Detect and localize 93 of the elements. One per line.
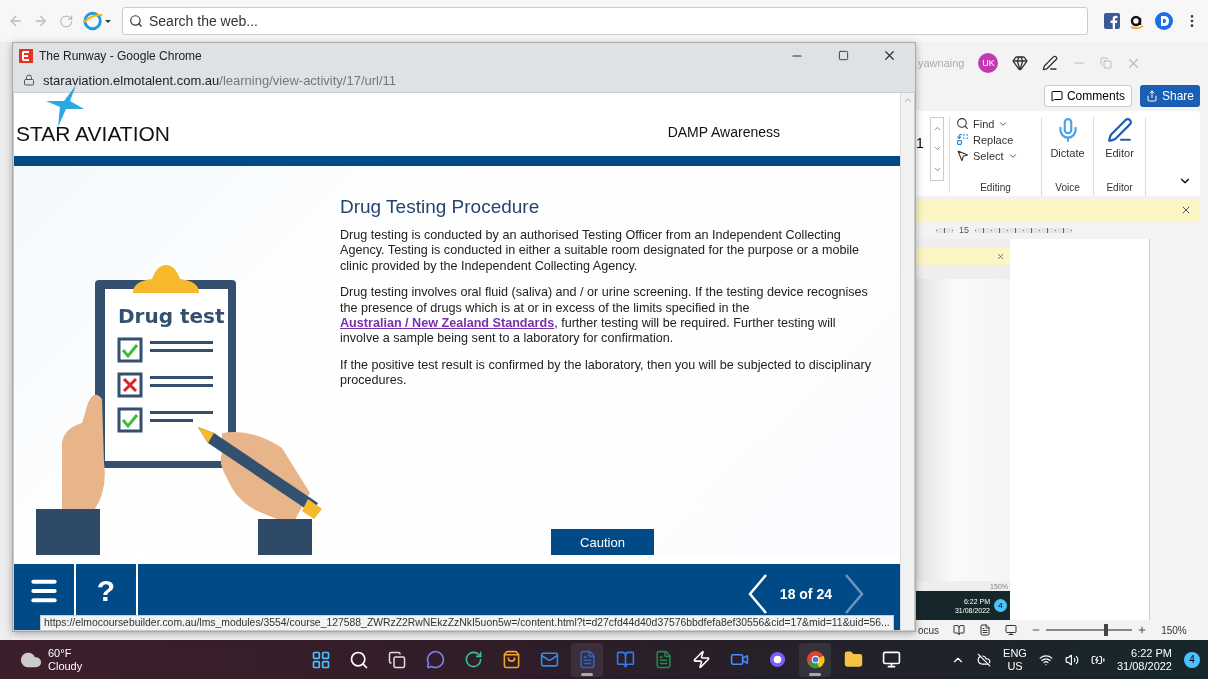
comment-icon (1050, 90, 1063, 102)
next-button[interactable] (844, 574, 864, 614)
paragraph: Drug testing is conducted by an authorised Testing Officer from an Independent Collecting Agency. Testing is conducted in either a suitable room designated for the purpose or a mobile clinic provided by the Independent Collecting Agency. (340, 228, 860, 275)
pen-icon[interactable] (1042, 55, 1059, 71)
letter-a-icon[interactable] (1130, 13, 1144, 29)
volume-icon[interactable] (1064, 652, 1079, 667)
chevron-right-icon (844, 574, 864, 614)
temperature: 60°F (48, 646, 72, 660)
pen-icon (1106, 117, 1133, 143)
language: ENG (1003, 646, 1027, 660)
circular-arrow-icon (463, 650, 483, 669)
paragraph: If the positive test result is confirmed by the laboratory, then you will be subjected to disciplinary procedures. (340, 357, 873, 389)
zoom-value: 150% (1161, 624, 1187, 636)
app-logo-icon (19, 48, 33, 63)
clock-date: 31/08/2022 (1116, 659, 1172, 673)
browser-logo-icon[interactable] (83, 11, 112, 31)
find-button[interactable]: Find (956, 117, 1009, 130)
star-logo-icon (46, 85, 86, 129)
illustration-title: Drug test (118, 304, 225, 328)
group-label: Editor (1106, 182, 1133, 195)
pointer-icon (956, 149, 969, 162)
group-label: Editing (980, 182, 1011, 195)
font-size-value: 1 (916, 134, 925, 153)
region: US (1007, 659, 1023, 673)
previous-button[interactable] (747, 574, 768, 614)
diamond-icon[interactable] (1012, 55, 1029, 71)
link-url-tooltip: https://elmocoursebuilder.com.au/lms_modules/3554/course_127588_ZWRzZ2RwNEkzZzNkI5uon5w=/content.html?t=d27cfd44d40d37576bbdfefa8ef30556&cid=17&mid=11&uid=56... (40, 615, 894, 631)
cloud-off-icon[interactable] (977, 652, 992, 667)
paragraph: Drug testing involves oral fluid (saliva) and / or urine screening. If the testing device recognises the presence of drugs which is at or in excess of the limits specified in the Australian / New Zealand Standards, further testing will be required. Further testing will involve a sample being sent to a laboratory for confirmation. (340, 285, 869, 347)
module-title: DAMP Awareness (667, 124, 780, 140)
replace-icon (956, 133, 969, 146)
ruler-number: 15 (959, 225, 969, 235)
ruler-ticks-icon (936, 227, 953, 233)
windows-logo-icon (311, 649, 331, 670)
tick-checkbox-icon (117, 407, 143, 433)
close-icon[interactable] (1180, 204, 1192, 216)
browser-icon (805, 650, 825, 669)
select-button[interactable]: Select (956, 149, 1018, 162)
chevron-left-icon (747, 574, 768, 614)
print-layout-icon[interactable] (979, 624, 992, 636)
chat-bubble-icon (425, 650, 445, 669)
bolt-icon (691, 650, 711, 669)
lock-icon (23, 74, 35, 87)
search-icon (956, 117, 969, 130)
folder-icon (843, 650, 863, 669)
user-name: yawnaing (918, 57, 965, 69)
shopping-bag-icon (501, 650, 521, 669)
window-title: The Runway - Google Chrome (39, 48, 202, 63)
text-lines-icon (150, 411, 213, 422)
web-layout-icon[interactable] (1005, 624, 1018, 636)
address-url: staraviation.elmotalent.com.au/learning/view-activity/17/url/11 (43, 72, 397, 88)
dictate-button[interactable]: Dictate (1050, 117, 1085, 159)
clock-time: 6:22 PM (1131, 646, 1172, 660)
weather-condition: Cloudy (48, 659, 83, 673)
ring-icon (767, 650, 787, 669)
task-view-icon (388, 650, 406, 669)
zoom-slider-thumb[interactable] (1104, 624, 1109, 636)
taskbar-app-button[interactable] (571, 642, 603, 677)
text-lines-icon (150, 376, 213, 387)
share-icon (1145, 90, 1158, 102)
cross-checkbox-icon (117, 372, 143, 398)
maximize-icon[interactable] (837, 50, 849, 62)
notification-badge[interactable]: 4 (1184, 651, 1200, 668)
mail-icon (539, 650, 559, 669)
page-counter: 18 of 24 (779, 586, 832, 602)
focus-button[interactable]: ocus (918, 624, 940, 636)
tick-checkbox-icon (117, 337, 143, 363)
user-avatar[interactable]: UK (978, 53, 999, 73)
letter-d-icon[interactable] (1154, 11, 1174, 31)
replace-button[interactable]: Replace (956, 133, 1014, 146)
monitor-icon (881, 650, 901, 669)
page-heading: Drug Testing Procedure (340, 196, 541, 218)
caution-button[interactable]: Caution (551, 529, 654, 555)
search-icon (349, 649, 369, 670)
search-icon (129, 14, 143, 28)
logo-text: STAR AVIATION (16, 123, 171, 144)
search-field[interactable]: Search the web... (122, 7, 1088, 35)
share-button[interactable]: Share (1139, 85, 1200, 107)
spreadsheet-icon (653, 650, 673, 669)
letter-f-icon[interactable] (1104, 13, 1120, 29)
zoom-in-icon[interactable] (1137, 625, 1148, 635)
ruler-ticks-icon (975, 227, 1072, 233)
group-label: Voice (1055, 182, 1080, 195)
taskbar-app-button[interactable] (799, 642, 831, 677)
close-icon (996, 251, 1005, 261)
wifi-icon[interactable] (1038, 652, 1053, 667)
comments-button[interactable]: Comments (1043, 85, 1132, 107)
notification-badge: 4 (994, 599, 1007, 612)
editor-button[interactable]: Editor (1105, 117, 1134, 159)
document-icon (577, 650, 597, 669)
read-mode-icon[interactable] (953, 624, 966, 636)
text-lines-icon (150, 341, 213, 352)
open-book-icon (615, 650, 635, 669)
